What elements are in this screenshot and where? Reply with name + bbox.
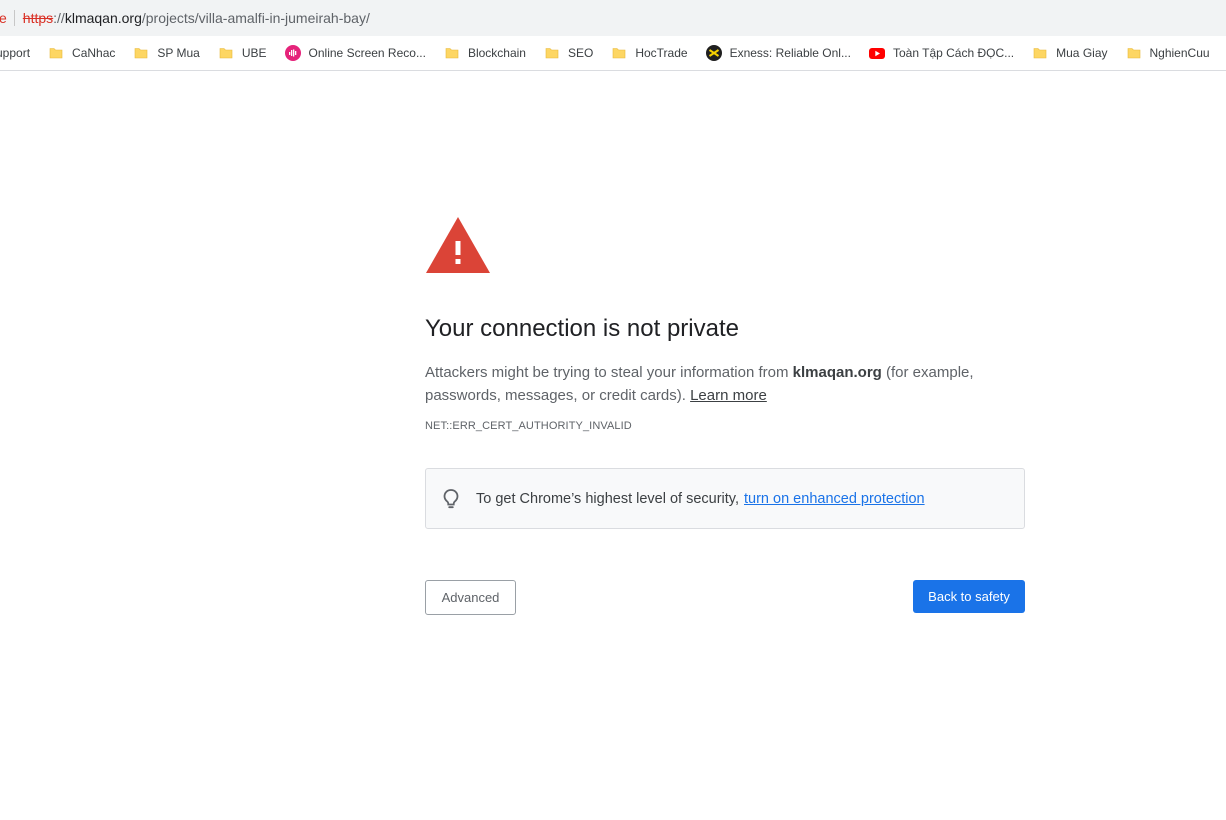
- bookmark-item[interactable]: CaNhac: [48, 39, 115, 67]
- folder-icon: [48, 45, 64, 61]
- bookmark-item[interactable]: SP Mua: [133, 39, 200, 67]
- bookmark-label: HocTrade: [635, 46, 688, 60]
- folder-icon: [444, 45, 460, 61]
- enhanced-protection-link[interactable]: turn on enhanced protection: [744, 491, 925, 507]
- advanced-button[interactable]: Advanced: [425, 580, 516, 615]
- bookmark-item[interactable]: HocTrade: [611, 39, 688, 67]
- folder-icon: [544, 45, 560, 61]
- back-to-safety-button[interactable]: Back to safety: [913, 580, 1025, 613]
- bookmark-item[interactable]: upport: [0, 39, 30, 67]
- main-message: Attackers might be trying to steal your …: [425, 361, 1025, 407]
- message-prefix: Attackers might be trying to steal your …: [425, 364, 793, 381]
- bookmark-label: SP Mua: [157, 46, 200, 60]
- enhanced-protection-text: To get Chrome’s highest level of securit…: [476, 490, 740, 507]
- bookmark-item[interactable]: Mua Giay: [1032, 39, 1108, 67]
- enhanced-protection-box: To get Chrome’s highest level of securit…: [425, 468, 1025, 529]
- privacy-error-page: Your connection is not private Attackers…: [425, 216, 1025, 615]
- exness-icon: [705, 45, 722, 61]
- warning-icon: [426, 217, 490, 273]
- bookmark-label: Exness: Reliable Onl...: [729, 46, 851, 60]
- folder-icon: [611, 45, 627, 61]
- url-scheme-separator: ://: [53, 10, 65, 26]
- bookmark-item[interactable]: Blockchain: [444, 39, 526, 67]
- message-host: klmaqan.org: [792, 364, 882, 381]
- folder-icon: [1032, 45, 1048, 61]
- bookmark-item[interactable]: Exness: Reliable Onl...: [705, 39, 851, 67]
- bookmark-label: Blockchain: [467, 46, 526, 60]
- screen-recorder-icon: [284, 45, 301, 61]
- folder-icon: [133, 45, 149, 61]
- button-row: Advanced Back to safety: [425, 580, 1025, 615]
- bookmark-item[interactable]: UBE: [218, 39, 267, 67]
- folder-icon: [1126, 45, 1142, 61]
- url-text[interactable]: https://klmaqan.org/projects/villa-amalf…: [23, 10, 370, 26]
- error-code: NET::ERR_CERT_AUTHORITY_INVALID: [425, 420, 632, 432]
- lightbulb-icon: [443, 488, 459, 508]
- bookmark-label: SEO: [567, 46, 594, 60]
- bookmarks-bar: upport CaNhac SP Mua UBE Online Screen Reco.…: [0, 36, 1226, 71]
- page-title: Your connection is not private: [425, 315, 739, 342]
- folder-icon: [218, 45, 234, 61]
- url-scheme: https: [22, 10, 54, 26]
- url-path: /projects/villa-amalfi-in-jumeirah-bay/: [141, 10, 370, 26]
- bookmark-label: Online Screen Reco...: [308, 46, 426, 60]
- address-bar[interactable]: e https://klmaqan.org/projects/villa-ama…: [0, 0, 1226, 36]
- bookmark-item[interactable]: Toàn Tập Cách ĐỌC...: [868, 39, 1015, 67]
- address-divider: [13, 10, 15, 26]
- youtube-icon: [868, 45, 885, 61]
- bookmark-label: NghienCuu: [1149, 46, 1210, 60]
- url-host: klmaqan.org: [64, 10, 142, 26]
- bookmark-item[interactable]: NghienCuu: [1126, 39, 1210, 67]
- bookmark-item[interactable]: Online Screen Reco...: [284, 39, 426, 67]
- bookmark-label: Toàn Tập Cách ĐỌC...: [892, 46, 1015, 60]
- bookmark-label: upport: [0, 46, 31, 60]
- bookmark-label: UBE: [241, 46, 267, 60]
- not-secure-label[interactable]: e: [0, 10, 7, 26]
- bookmark-label: CaNhac: [72, 46, 116, 60]
- bookmark-label: Mua Giay: [1056, 46, 1108, 60]
- learn-more-link[interactable]: Learn more: [690, 387, 767, 404]
- bookmark-item[interactable]: SEO: [544, 39, 593, 67]
